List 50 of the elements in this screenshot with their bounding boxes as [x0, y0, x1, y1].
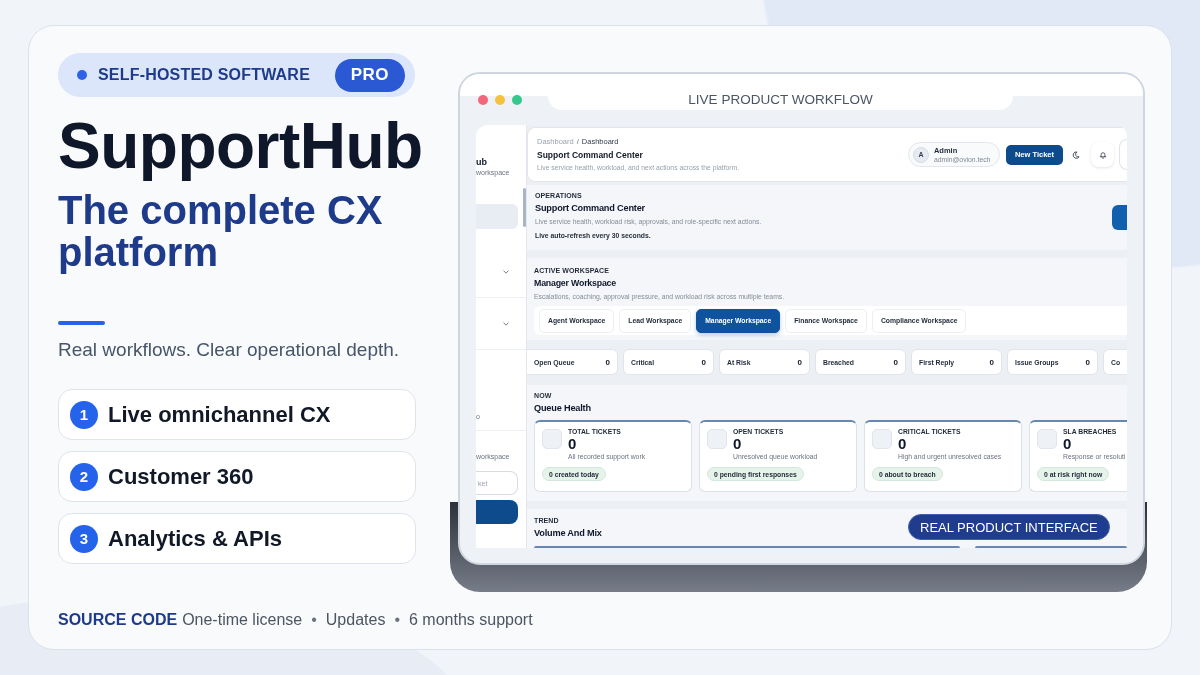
metric-value: 0	[733, 436, 742, 452]
kpi-value: 0	[989, 357, 994, 367]
feature-label: Analytics & APIs	[108, 525, 283, 552]
page-title: Support Command Center	[537, 149, 643, 162]
footer-text: One-time license	[182, 610, 303, 630]
kpi-value: 0	[893, 357, 898, 367]
dot-icon	[77, 70, 87, 80]
action-button[interactable]	[1112, 205, 1127, 230]
step-number: 3	[70, 524, 98, 553]
footer-text: 6 months support	[409, 610, 533, 630]
tagline: Real workflows. Clear operational depth.	[58, 338, 400, 362]
pro-tag: PRO	[334, 58, 405, 92]
product-subtitle: The complete CX platform	[58, 189, 384, 273]
overlay-label: REAL PRODUCT INTERFACE	[908, 514, 1110, 540]
placeholder-tile-icon	[707, 429, 727, 449]
badge-label: SELF-HOSTED SOFTWARE	[98, 66, 310, 84]
metric-value: 0	[568, 436, 577, 452]
footer-text: Updates	[325, 610, 386, 630]
sidebar-button[interactable]	[476, 500, 518, 524]
kpi-value: 0	[605, 357, 610, 367]
chevron-icon[interactable]	[503, 269, 509, 274]
bullet-separator: •	[311, 610, 317, 630]
section-title: Manager Workspace	[534, 277, 616, 290]
feature-label: Live omnichannel CX	[108, 401, 331, 428]
section-title: Support Command Center	[535, 202, 645, 215]
feature-label: Customer 360	[108, 463, 254, 490]
close-control-icon[interactable]	[478, 95, 488, 105]
moon-icon[interactable]	[1072, 150, 1080, 159]
metric-value: 0	[898, 436, 907, 452]
product-title: SupportHub	[58, 111, 423, 181]
chevron-icon[interactable]	[503, 321, 509, 326]
step-number: 1	[70, 400, 98, 429]
placeholder-tile-icon	[542, 429, 562, 449]
footer-lead: SOURCE CODE	[58, 610, 178, 630]
bullet-separator: •	[394, 610, 400, 630]
section-title: Volume And Mix	[534, 527, 602, 540]
accent-rule	[58, 321, 105, 325]
minimize-control-icon[interactable]	[495, 95, 505, 105]
kpi-value: 0	[1085, 357, 1090, 367]
section-title: Queue Health	[534, 402, 591, 415]
kpi-value: 0	[701, 357, 706, 367]
placeholder-tile-icon	[872, 429, 892, 449]
placeholder-tile-icon	[1037, 429, 1057, 449]
bell-icon[interactable]	[1091, 142, 1114, 167]
kpi-value: 0	[797, 357, 802, 367]
metric-value: 0	[1063, 436, 1072, 452]
brand-name: ub	[476, 157, 487, 168]
maximize-control-icon[interactable]	[512, 95, 522, 105]
step-number: 2	[70, 462, 98, 491]
scrollbar-thumb[interactable]	[523, 188, 526, 227]
